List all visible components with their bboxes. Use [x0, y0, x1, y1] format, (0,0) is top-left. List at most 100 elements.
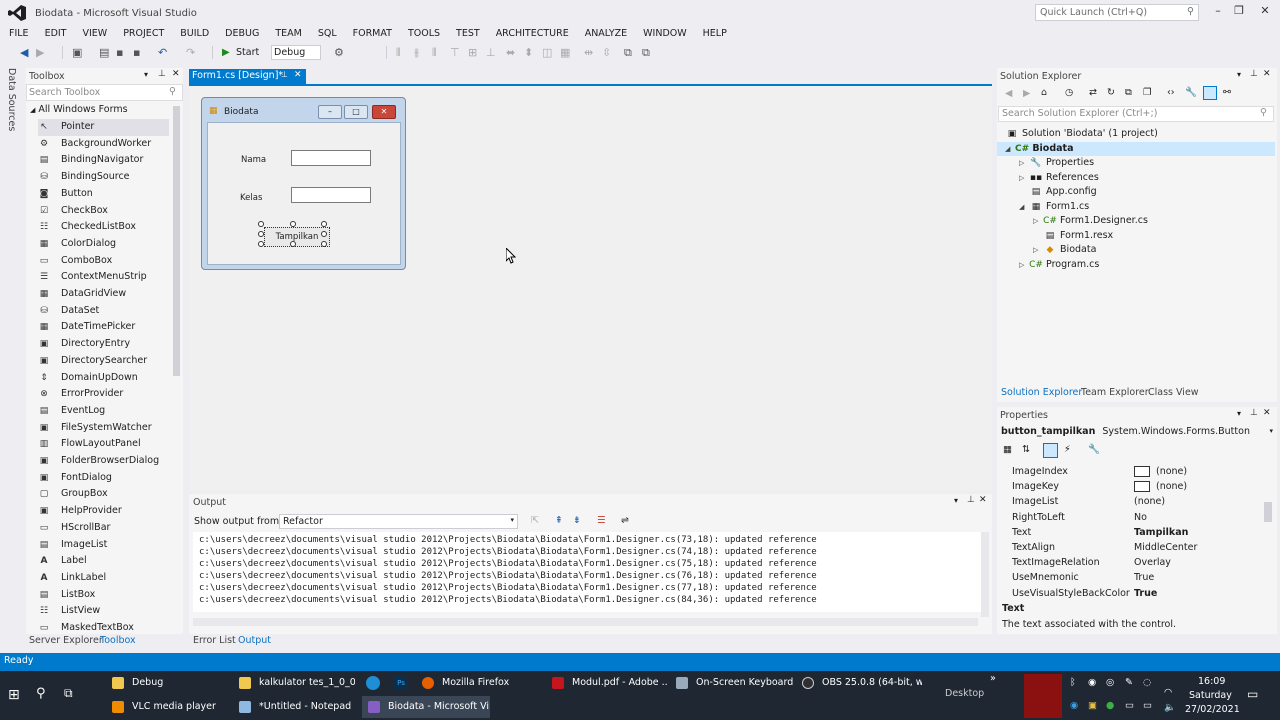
dropdown-icon[interactable]: ▾: [1237, 70, 1241, 79]
properties-wrench-icon[interactable]: 🔧: [1185, 87, 1197, 98]
menu-team[interactable]: TEAM: [266, 27, 309, 43]
close-icon[interactable]: ✕: [979, 495, 987, 505]
close-window-button[interactable]: ✕: [1252, 4, 1278, 20]
tree-item-properties[interactable]: ▷ 🔧 Properties: [1019, 156, 1094, 171]
task-visual-studio[interactable]: Biodata - Microsoft Vi...: [362, 696, 490, 718]
resize-handle[interactable]: [290, 221, 296, 227]
edge-icon[interactable]: [366, 676, 380, 690]
tree-item-form1[interactable]: ◢ ▦ Form1.cs: [1019, 200, 1089, 215]
collapse-all-icon[interactable]: ⧉: [1125, 87, 1132, 98]
close-tab-icon[interactable]: ✕: [294, 70, 302, 80]
resize-handle[interactable]: [321, 231, 327, 237]
menu-sql[interactable]: SQL: [309, 27, 344, 43]
find-message-icon[interactable]: ⇱: [531, 515, 539, 526]
align-middles-icon[interactable]: ⊞: [468, 46, 477, 59]
property-row-text[interactable]: Text Tampilkan: [1012, 525, 1274, 540]
property-row[interactable]: RightToLeft No: [1012, 510, 1274, 525]
toolbox-item[interactable]: ⛁ BindingSource: [38, 169, 169, 186]
task-notepad[interactable]: *Untitled - Notepad: [233, 696, 355, 718]
task-debug-folder[interactable]: Debug: [106, 672, 228, 694]
tree-item-appconfig[interactable]: ▤ App.config: [1029, 185, 1097, 200]
save-icon[interactable]: ▪: [116, 46, 123, 59]
tree-item-form1-resx[interactable]: ▤ Form1.resx: [1043, 229, 1113, 244]
tree-item-biodata-class[interactable]: ▷ ◆ Biodata: [1033, 243, 1096, 258]
properties-icon[interactable]: [1043, 443, 1058, 458]
app-tray-icon[interactable]: ●: [1106, 700, 1114, 711]
toolbox-item[interactable]: ▤ BindingNavigator: [38, 152, 169, 169]
property-row[interactable]: TextImageRelation Overlay: [1012, 555, 1274, 570]
restore-button[interactable]: ❐: [1226, 4, 1252, 20]
dropdown-icon[interactable]: ▾: [144, 70, 148, 79]
word-wrap-icon[interactable]: ⇌: [621, 515, 629, 526]
align-centers-icon[interactable]: ⫵: [414, 46, 419, 60]
form-maximize-button[interactable]: □: [344, 105, 368, 119]
toolbox-item[interactable]: ▦ DataGridView: [38, 286, 169, 303]
app-tray-icon[interactable]: ◉: [1070, 700, 1078, 711]
property-row[interactable]: ImageList (none): [1012, 494, 1274, 509]
resize-handle[interactable]: [258, 221, 264, 227]
clock-time[interactable]: 16:09: [1198, 676, 1225, 687]
volume-icon[interactable]: 🔈: [1164, 702, 1176, 713]
desktop-toolbar-label[interactable]: Desktop: [945, 688, 984, 699]
app-tray-icon[interactable]: ▭: [1125, 700, 1134, 711]
toolbox-item[interactable]: ▦ DateTimePicker: [38, 319, 169, 336]
label-nama[interactable]: Nama: [241, 155, 266, 165]
toolbox-search-input[interactable]: Search Toolbox ⚲: [26, 84, 183, 101]
toolbox-item[interactable]: ▭ ComboBox: [38, 253, 169, 270]
app-tray-icon[interactable]: ◎: [1106, 677, 1114, 688]
output-source-dropdown[interactable]: Refactor ▾: [279, 514, 518, 529]
alphabetical-icon[interactable]: ⇅: [1022, 444, 1030, 455]
toolbox-item[interactable]: ▣ FolderBrowserDialog: [38, 453, 169, 470]
properties-scrollbar[interactable]: [1264, 502, 1272, 522]
sync-icon[interactable]: ⇄: [1089, 87, 1097, 98]
photoshop-icon[interactable]: Ps: [394, 676, 408, 690]
start-icon[interactable]: ▶: [222, 47, 230, 58]
textbox-kelas[interactable]: [291, 187, 371, 203]
toolbox-item[interactable]: ◙ Button: [38, 186, 169, 203]
menu-format[interactable]: FORMAT: [344, 27, 399, 43]
tab-class-view[interactable]: Class View: [1148, 387, 1199, 398]
property-row[interactable]: UseMnemonic True: [1012, 570, 1274, 585]
task-adobe-pdf[interactable]: Modul.pdf - Adobe ...: [546, 672, 668, 694]
toolbox-item-pointer[interactable]: ↖ Pointer: [38, 119, 169, 136]
make-same-width-icon[interactable]: ⬌: [506, 46, 515, 59]
forward-icon[interactable]: ▶: [36, 46, 44, 59]
vertical-spacing-icon[interactable]: ⇳: [602, 46, 611, 59]
class-diagram-icon[interactable]: ⚯: [1223, 87, 1231, 98]
bring-to-front-icon[interactable]: ⧉: [624, 46, 632, 60]
send-to-back-icon[interactable]: ⧉: [642, 46, 650, 60]
toolbox-item[interactable]: A LinkLabel: [38, 570, 169, 587]
app-tray-icon[interactable]: ◉: [1088, 677, 1096, 688]
menu-help[interactable]: HELP: [694, 27, 734, 43]
quick-launch-input[interactable]: Quick Launch (Ctrl+Q) ⚲: [1035, 4, 1199, 21]
object-selector[interactable]: button_tampilkan System.Windows.Forms.Bu…: [1001, 426, 1275, 441]
make-same-height-icon[interactable]: ⬍: [524, 46, 533, 59]
close-icon[interactable]: ✕: [1263, 69, 1271, 79]
back-icon[interactable]: ◀: [20, 46, 28, 59]
pin-icon[interactable]: ⊥: [1250, 69, 1258, 79]
start-button[interactable]: Start: [236, 47, 259, 58]
refresh-icon[interactable]: ↻: [1107, 87, 1115, 98]
next-message-icon[interactable]: ⇟: [573, 515, 581, 526]
wifi-icon[interactable]: ◠: [1164, 687, 1172, 698]
app-tray-icon[interactable]: ◌: [1143, 677, 1151, 688]
events-icon[interactable]: ⚡: [1064, 444, 1071, 455]
view-code-icon[interactable]: ‹›: [1167, 87, 1175, 98]
task-view-icon[interactable]: ⧉: [64, 686, 73, 701]
form-close-button[interactable]: ✕: [372, 105, 396, 119]
menu-build[interactable]: BUILD: [171, 27, 216, 43]
windows-start-icon[interactable]: ⊞: [8, 687, 20, 703]
toolbox-item[interactable]: ☑ CheckBox: [38, 203, 169, 220]
open-file-icon[interactable]: ▤: [99, 46, 109, 59]
align-rights-icon[interactable]: ⫴: [432, 46, 437, 60]
task-vlc[interactable]: VLC media player: [106, 696, 228, 718]
toolbox-item[interactable]: ▤ ListBox: [38, 587, 169, 604]
menu-test[interactable]: TEST: [447, 27, 487, 43]
designer-form[interactable]: ▦ Biodata – □ ✕ Nama Kelas Tampilkan: [201, 97, 406, 270]
view-designer-icon[interactable]: [1203, 86, 1217, 100]
menu-view[interactable]: VIEW: [74, 27, 115, 43]
toolbox-item[interactable]: ⚙ BackgroundWorker: [38, 136, 169, 153]
tree-item-program[interactable]: ▷ C# Program.cs: [1019, 258, 1099, 273]
home-icon[interactable]: ⌂: [1041, 87, 1047, 98]
menu-window[interactable]: WINDOW: [634, 27, 694, 43]
